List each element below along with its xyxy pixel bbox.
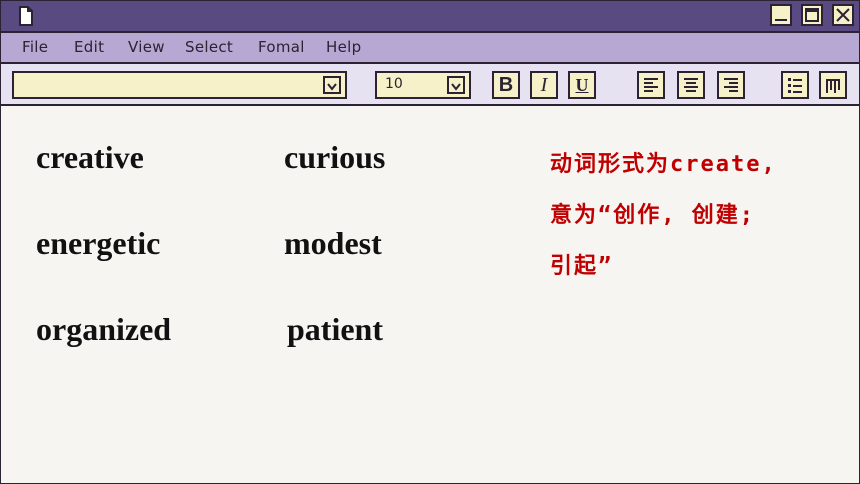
menu-file[interactable]: File — [22, 38, 48, 56]
menu-format[interactable]: Fomal — [258, 38, 305, 56]
minimize-icon — [772, 6, 790, 24]
columns-icon — [821, 76, 845, 96]
maximize-button[interactable] — [801, 4, 823, 26]
menu-help[interactable]: Help — [326, 38, 361, 56]
align-left-button[interactable] — [637, 71, 665, 99]
bullet-list-button[interactable] — [781, 71, 809, 99]
close-icon — [834, 6, 852, 24]
bold-button[interactable]: B — [492, 71, 520, 99]
columns-button[interactable] — [819, 71, 847, 99]
document-icon — [15, 5, 35, 27]
word-patient: patient — [287, 311, 383, 347]
menu-bar: File Edit View Select Fomal Help — [1, 33, 859, 64]
annotation-note: 动词形式为create, 意为“创作, 创建; 引起” — [550, 139, 850, 292]
font-select[interactable] — [12, 71, 347, 99]
underline-button[interactable]: U — [568, 71, 596, 99]
font-size-value: 10 — [385, 76, 403, 92]
note-line-2: 意为“创作, 创建; — [550, 203, 755, 228]
menu-view[interactable]: View — [128, 38, 165, 56]
editor-window: File Edit View Select Fomal Help 10 B I … — [0, 0, 860, 484]
word-curious: curious — [284, 139, 386, 175]
align-center-icon — [679, 76, 703, 96]
maximize-icon — [803, 6, 821, 24]
align-right-icon — [719, 76, 743, 96]
title-bar — [1, 1, 859, 33]
bullet-list-icon — [783, 76, 807, 96]
note-line-1: 动词形式为create, — [550, 152, 777, 177]
chevron-down-icon[interactable] — [323, 76, 341, 94]
word-organized: organized — [36, 311, 172, 347]
font-size-select[interactable]: 10 — [375, 71, 471, 99]
toolbar: 10 B I U — [1, 64, 859, 106]
menu-select[interactable]: Select — [185, 38, 233, 56]
word-energetic: energetic — [36, 225, 161, 261]
menu-edit[interactable]: Edit — [74, 38, 104, 56]
word-creative: creative — [36, 139, 144, 175]
word-modest: modest — [284, 225, 382, 261]
align-right-button[interactable] — [717, 71, 745, 99]
minimize-button[interactable] — [770, 4, 792, 26]
close-button[interactable] — [832, 4, 854, 26]
italic-button[interactable]: I — [530, 71, 558, 99]
note-line-3: 引起” — [550, 254, 614, 279]
align-center-button[interactable] — [677, 71, 705, 99]
align-left-icon — [639, 76, 663, 96]
chevron-down-icon[interactable] — [447, 76, 465, 94]
